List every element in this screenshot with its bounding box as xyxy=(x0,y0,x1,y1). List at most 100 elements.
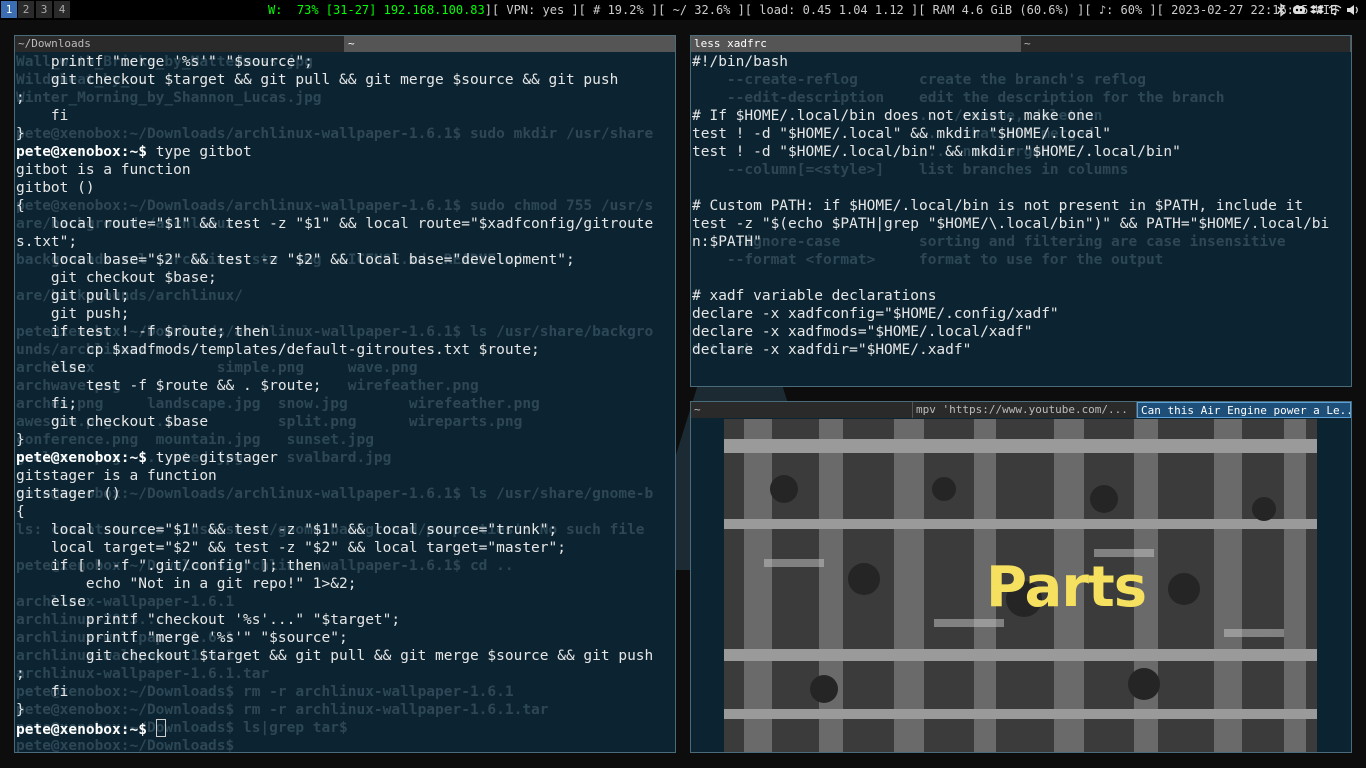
terminal-line: fi; xyxy=(16,395,675,413)
line-text: echo "Not in a git repo!" 1>&2; xyxy=(16,576,357,592)
terminal-line: local base="$2" && test -z "$2" && local… xyxy=(16,251,675,269)
terminal-window-top-right[interactable]: less xadfrc ~ --create-reflog create the… xyxy=(690,35,1352,387)
terminal-line: { xyxy=(16,197,675,215)
pager-line: declare -x xadfdir="$HOME/.xadf" xyxy=(692,341,1351,359)
terminal-line: test -f $route && . $route; xyxy=(16,377,675,395)
terminal-line: git checkout $base xyxy=(16,413,675,431)
terminal-line: git checkout $base; xyxy=(16,269,675,287)
terminal-line: pete@xenobox:~$ type gitbot xyxy=(16,143,675,161)
line-text: git checkout $base; xyxy=(16,270,217,286)
line-text: test -z "$(echo $PATH|grep "$HOME/\.loca… xyxy=(692,216,1330,232)
terminal-line: if [ ! -f ".git/config" ]; then xyxy=(16,557,675,575)
terminal-line: pete@xenobox:~$ xyxy=(16,719,675,738)
pager-line: #!/bin/bash xyxy=(692,53,1351,71)
line-text: printf "merge '%s'" "$source"; xyxy=(16,54,313,70)
terminal-line: local target="$2" && test -z "$2" && loc… xyxy=(16,539,675,557)
line-text: test ! -d "$HOME/.local" && mkdir "$HOME… xyxy=(692,126,1112,142)
workspace-1-button[interactable]: 1 xyxy=(1,1,17,18)
terminal-line: git pull; xyxy=(16,287,675,305)
line-text: local base="$2" && test -z "$2" && local… xyxy=(16,252,575,268)
line-text: git checkout $target && git pull && git … xyxy=(16,648,654,664)
system-tray xyxy=(1274,2,1360,18)
line-text: gitstager () xyxy=(16,486,121,502)
discord-icon[interactable] xyxy=(1292,3,1306,17)
line-text: fi xyxy=(16,108,69,124)
pager-output[interactable]: #!/bin/bash # If $HOME/.local/bin does no… xyxy=(692,53,1351,386)
line-text: s.txt"; xyxy=(16,234,78,250)
line-text: declare -x xadfconfig="$HOME/.config/xad… xyxy=(692,306,1059,322)
pager-line: declare -x xadfmods="$HOME/.local/xadf" xyxy=(692,323,1351,341)
terminal-line: local source="$1" && test -z "$1" && loc… xyxy=(16,521,675,539)
terminal-line: cp $xadfmods/templates/default-gitroutes… xyxy=(16,341,675,359)
command-text: type gitstager xyxy=(155,450,278,466)
terminal-line: if test ! -f $route; then xyxy=(16,323,675,341)
workspace-4-button[interactable]: 4 xyxy=(54,1,70,18)
line-text: ; xyxy=(16,90,25,106)
volume-icon[interactable] xyxy=(1346,3,1360,17)
tab-home[interactable]: ~ xyxy=(1021,36,1351,52)
line-text: { xyxy=(16,198,25,214)
terminal-line: gitbot is a function xyxy=(16,161,675,179)
line-text: git checkout $base xyxy=(16,414,209,430)
left-tab-bar: ~/Downloads ~ xyxy=(15,36,675,52)
terminal-line: gitbot () xyxy=(16,179,675,197)
terminal-line: git checkout $target && git pull && git … xyxy=(16,71,675,89)
wifi-icon[interactable] xyxy=(1328,3,1342,17)
line-text: local source="$1" && test -z "$1" && loc… xyxy=(16,522,558,538)
line-text: git pull; xyxy=(16,288,130,304)
system-status: W: 73% [31-27] 192.168.100.83][ VPN: yes… xyxy=(268,0,1337,20)
pager-line xyxy=(692,269,1351,287)
line-text: ; xyxy=(16,666,25,682)
pager-line: # xadf variable declarations xyxy=(692,287,1351,305)
tab-home[interactable]: ~ xyxy=(691,402,913,418)
line-text: test -f $route && . $route; xyxy=(16,378,322,394)
bluetooth-icon[interactable] xyxy=(1274,3,1288,17)
terminal-line: gitstager () xyxy=(16,485,675,503)
tab-downloads[interactable]: ~/Downloads xyxy=(15,36,345,52)
dropbox-icon[interactable] xyxy=(1310,3,1324,17)
terminal-output[interactable]: printf "merge '%s'" "$source"; git check… xyxy=(16,53,675,752)
terminal-line: } xyxy=(16,701,675,719)
workspace-2-button[interactable]: 2 xyxy=(18,1,34,18)
pager-line xyxy=(692,359,1351,377)
cursor xyxy=(155,719,166,737)
workspace-3-button[interactable]: 3 xyxy=(36,1,52,18)
video-window[interactable]: ~ mpv 'https://www.youtube.com/... Can t… xyxy=(690,401,1352,753)
line-text: if test ! -f $route; then xyxy=(16,324,270,340)
tab-mpv[interactable]: mpv 'https://www.youtube.com/... xyxy=(913,402,1137,418)
line-text: if [ ! -f ".git/config" ]; then xyxy=(16,558,322,574)
system-metrics: ][ VPN: yes ][ # 19.2% ][ ~/ 32.6% ][ lo… xyxy=(484,3,1338,17)
pager-line xyxy=(692,179,1351,197)
terminal-line: { xyxy=(16,503,675,521)
line-text: declare -x xadfmods="$HOME/.local/xadf" xyxy=(692,324,1033,340)
terminal-window-left[interactable]: ~/Downloads ~ Wall_with_Bricks_by_Matted… xyxy=(14,35,676,753)
terminal-line: local route="$1" && test -z "$1" && loca… xyxy=(16,215,675,233)
line-text: #!/bin/bash xyxy=(692,54,789,70)
terminal-line: gitstager is a function xyxy=(16,467,675,485)
terminal-line: } xyxy=(16,125,675,143)
line-text: git checkout $target && git pull && git … xyxy=(16,72,619,88)
pager-line: test ! -d "$HOME/.local/bin" && mkdir "$… xyxy=(692,143,1351,161)
status-bar: 1 2 3 4 W: 73% [31-27] 192.168.100.83][ … xyxy=(0,0,1366,20)
tab-less-xadfrc[interactable]: less xadfrc xyxy=(691,36,1021,52)
line-text: gitbot is a function xyxy=(16,162,191,178)
terminal-line: fi xyxy=(16,107,675,125)
line-text: fi; xyxy=(16,396,78,412)
tab-video-title[interactable]: Can this Air Engine power a Le... xyxy=(1137,402,1351,418)
line-text: printf "checkout '%s'..." "$target"; xyxy=(16,612,401,628)
line-text: } xyxy=(16,702,25,718)
line-text: declare -x xadfdir="$HOME/.xadf" xyxy=(692,342,972,358)
pager-line: test -z "$(echo $PATH|grep "$HOME/\.loca… xyxy=(692,215,1351,233)
line-text: { xyxy=(16,504,25,520)
terminal-line: s.txt"; xyxy=(16,233,675,251)
terminal-line: fi xyxy=(16,683,675,701)
video-frame[interactable]: Parts xyxy=(724,419,1317,752)
line-text: cp $xadfmods/templates/default-gitroutes… xyxy=(16,342,540,358)
terminal-line: ; xyxy=(16,665,675,683)
line-text: else xyxy=(16,594,86,610)
tab-home[interactable]: ~ xyxy=(345,36,675,52)
terminal-line: else xyxy=(16,593,675,611)
pager-line xyxy=(692,89,1351,107)
pager-line: # Custom PATH: if $HOME/.local/bin is no… xyxy=(692,197,1351,215)
line-text: n:$PATH" xyxy=(692,234,762,250)
